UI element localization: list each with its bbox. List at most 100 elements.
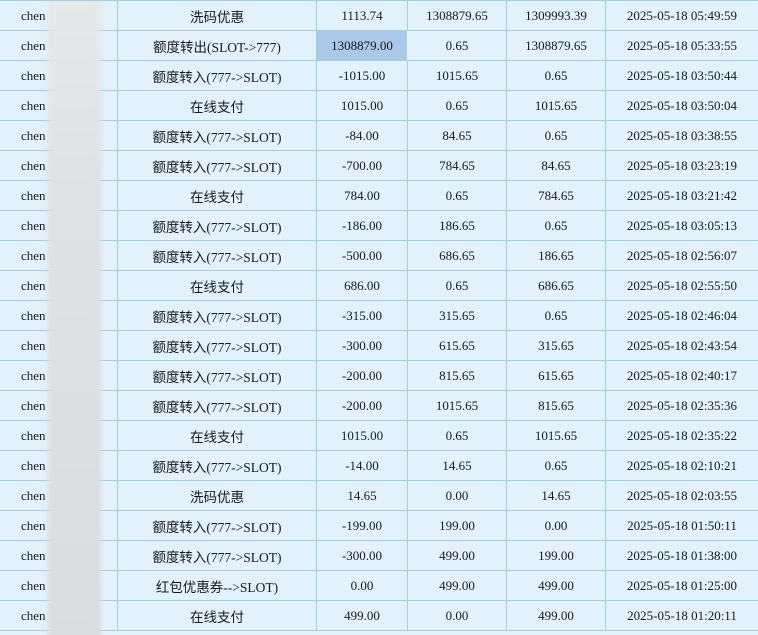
cell-amount[interactable]: -500.00 — [317, 241, 408, 271]
cell-transaction-type[interactable]: 额度转入(777->SLOT) — [118, 61, 317, 91]
cell-amount[interactable]: 1015.00 — [317, 91, 408, 121]
cell-balance-after[interactable]: 0.65 — [507, 121, 606, 151]
cell-balance-before[interactable]: 686.65 — [408, 241, 507, 271]
cell-balance-after[interactable]: 784.65 — [507, 181, 606, 211]
cell-balance-after[interactable]: 1308879.65 — [507, 31, 606, 61]
cell-transaction-type[interactable]: 额度转入(777->SLOT) — [118, 361, 317, 391]
cell-timestamp[interactable]: 2025-05-18 02:10:21 — [606, 451, 758, 481]
cell-balance-after[interactable]: 315.65 — [507, 331, 606, 361]
cell-transaction-type[interactable]: 在线支付 — [118, 601, 317, 631]
cell-transaction-type[interactable]: 额度转入(777->SLOT) — [118, 241, 317, 271]
cell-balance-after[interactable]: 199.00 — [507, 541, 606, 571]
cell-username[interactable]: chen — [0, 1, 118, 31]
cell-timestamp[interactable]: 2025-05-18 03:50:44 — [606, 61, 758, 91]
cell-timestamp[interactable]: 2025-05-18 02:40:17 — [606, 361, 758, 391]
cell-balance-after[interactable]: 84.65 — [507, 151, 606, 181]
cell-transaction-type[interactable]: 额度转入(777->SLOT) — [118, 331, 317, 361]
cell-timestamp[interactable]: 2025-05-18 03:21:42 — [606, 181, 758, 211]
cell-balance-after[interactable]: 615.65 — [507, 361, 606, 391]
cell-transaction-type[interactable]: 在线支付 — [118, 181, 317, 211]
cell-timestamp[interactable]: 2025-05-18 02:46:04 — [606, 301, 758, 331]
cell-timestamp[interactable]: 2025-05-18 03:50:04 — [606, 91, 758, 121]
cell-amount[interactable]: 784.00 — [317, 181, 408, 211]
cell-balance-before[interactable]: 14.65 — [408, 451, 507, 481]
cell-balance-after[interactable]: 186.65 — [507, 241, 606, 271]
cell-amount[interactable]: -300.00 — [317, 541, 408, 571]
cell-transaction-type[interactable]: 在线支付 — [118, 271, 317, 301]
cell-transaction-type[interactable]: 洗码优惠 — [118, 481, 317, 511]
cell-transaction-type[interactable]: 红包优惠券-->SLOT) — [118, 571, 317, 601]
cell-balance-after[interactable]: 0.65 — [507, 211, 606, 241]
cell-balance-before[interactable]: 315.65 — [408, 301, 507, 331]
cell-transaction-type[interactable]: 额度转入(777->SLOT) — [118, 301, 317, 331]
cell-transaction-type[interactable]: 额度转入(777->SLOT) — [118, 511, 317, 541]
cell-amount[interactable]: -84.00 — [317, 121, 408, 151]
cell-username[interactable]: chen — [0, 511, 118, 541]
cell-balance-after[interactable]: 1015.65 — [507, 91, 606, 121]
cell-transaction-type[interactable]: 洗码优惠 — [118, 1, 317, 31]
cell-balance-before[interactable]: 1308879.65 — [408, 1, 507, 31]
cell-balance-after[interactable]: 0.65 — [507, 301, 606, 331]
cell-username[interactable]: chen — [0, 121, 118, 151]
cell-timestamp[interactable]: 2025-05-18 02:03:55 — [606, 481, 758, 511]
cell-transaction-type[interactable]: 额度转入(777->SLOT) — [118, 391, 317, 421]
cell-balance-after[interactable]: 686.65 — [507, 271, 606, 301]
cell-balance-before[interactable]: 1015.65 — [408, 61, 507, 91]
cell-balance-before[interactable]: 186.65 — [408, 211, 507, 241]
cell-username[interactable]: chen — [0, 541, 118, 571]
cell-amount[interactable]: 1015.00 — [317, 421, 408, 451]
cell-amount[interactable]: 14.65 — [317, 481, 408, 511]
cell-username[interactable]: chen — [0, 481, 118, 511]
cell-balance-before[interactable]: 0.65 — [408, 31, 507, 61]
cell-username[interactable]: chen — [0, 211, 118, 241]
cell-balance-before[interactable]: 0.00 — [408, 601, 507, 631]
cell-username[interactable]: chen — [0, 301, 118, 331]
cell-timestamp[interactable]: 2025-05-18 02:55:50 — [606, 271, 758, 301]
cell-balance-after[interactable]: 0.65 — [507, 451, 606, 481]
cell-balance-after[interactable]: 0.65 — [507, 61, 606, 91]
cell-balance-after[interactable]: 1015.65 — [507, 421, 606, 451]
cell-transaction-type[interactable]: 额度转入(777->SLOT) — [118, 211, 317, 241]
cell-timestamp[interactable]: 2025-05-18 02:35:36 — [606, 391, 758, 421]
cell-amount[interactable]: -200.00 — [317, 361, 408, 391]
cell-username[interactable]: chen — [0, 91, 118, 121]
cell-username[interactable]: chen — [0, 271, 118, 301]
cell-username[interactable]: chen — [0, 181, 118, 211]
cell-balance-before[interactable]: 199.00 — [408, 511, 507, 541]
cell-balance-before[interactable]: 0.65 — [408, 271, 507, 301]
cell-timestamp[interactable]: 2025-05-18 02:56:07 — [606, 241, 758, 271]
cell-timestamp[interactable]: 2025-05-18 05:49:59 — [606, 1, 758, 31]
cell-amount[interactable]: -186.00 — [317, 211, 408, 241]
cell-amount[interactable]: 0.00 — [317, 571, 408, 601]
cell-balance-after[interactable]: 0.00 — [507, 511, 606, 541]
cell-username[interactable]: chen — [0, 451, 118, 481]
cell-username[interactable]: chen — [0, 241, 118, 271]
cell-amount[interactable]: 1308879.00 — [317, 31, 408, 61]
cell-username[interactable]: chen — [0, 331, 118, 361]
cell-timestamp[interactable]: 2025-05-18 03:23:19 — [606, 151, 758, 181]
cell-amount[interactable]: -300.00 — [317, 331, 408, 361]
cell-username[interactable]: chen — [0, 31, 118, 61]
cell-timestamp[interactable]: 2025-05-18 05:33:55 — [606, 31, 758, 61]
cell-amount[interactable]: 686.00 — [317, 271, 408, 301]
cell-timestamp[interactable]: 2025-05-18 02:35:22 — [606, 421, 758, 451]
cell-username[interactable]: chen — [0, 421, 118, 451]
cell-timestamp[interactable]: 2025-05-18 01:38:00 — [606, 541, 758, 571]
cell-username[interactable]: chen — [0, 571, 118, 601]
cell-timestamp[interactable]: 2025-05-18 03:38:55 — [606, 121, 758, 151]
cell-transaction-type[interactable]: 在线支付 — [118, 421, 317, 451]
cell-amount[interactable]: -199.00 — [317, 511, 408, 541]
cell-transaction-type[interactable]: 额度转入(777->SLOT) — [118, 121, 317, 151]
cell-username[interactable]: chen — [0, 361, 118, 391]
cell-username[interactable]: chen — [0, 601, 118, 631]
cell-amount[interactable]: -700.00 — [317, 151, 408, 181]
cell-balance-before[interactable]: 84.65 — [408, 121, 507, 151]
cell-timestamp[interactable]: 2025-05-18 01:20:11 — [606, 601, 758, 631]
cell-balance-after[interactable]: 499.00 — [507, 601, 606, 631]
cell-timestamp[interactable]: 2025-05-18 02:43:54 — [606, 331, 758, 361]
cell-balance-before[interactable]: 499.00 — [408, 541, 507, 571]
cell-balance-after[interactable]: 1309993.39 — [507, 1, 606, 31]
cell-amount[interactable]: 499.00 — [317, 601, 408, 631]
cell-timestamp[interactable]: 2025-05-18 03:05:13 — [606, 211, 758, 241]
cell-username[interactable]: chen — [0, 151, 118, 181]
